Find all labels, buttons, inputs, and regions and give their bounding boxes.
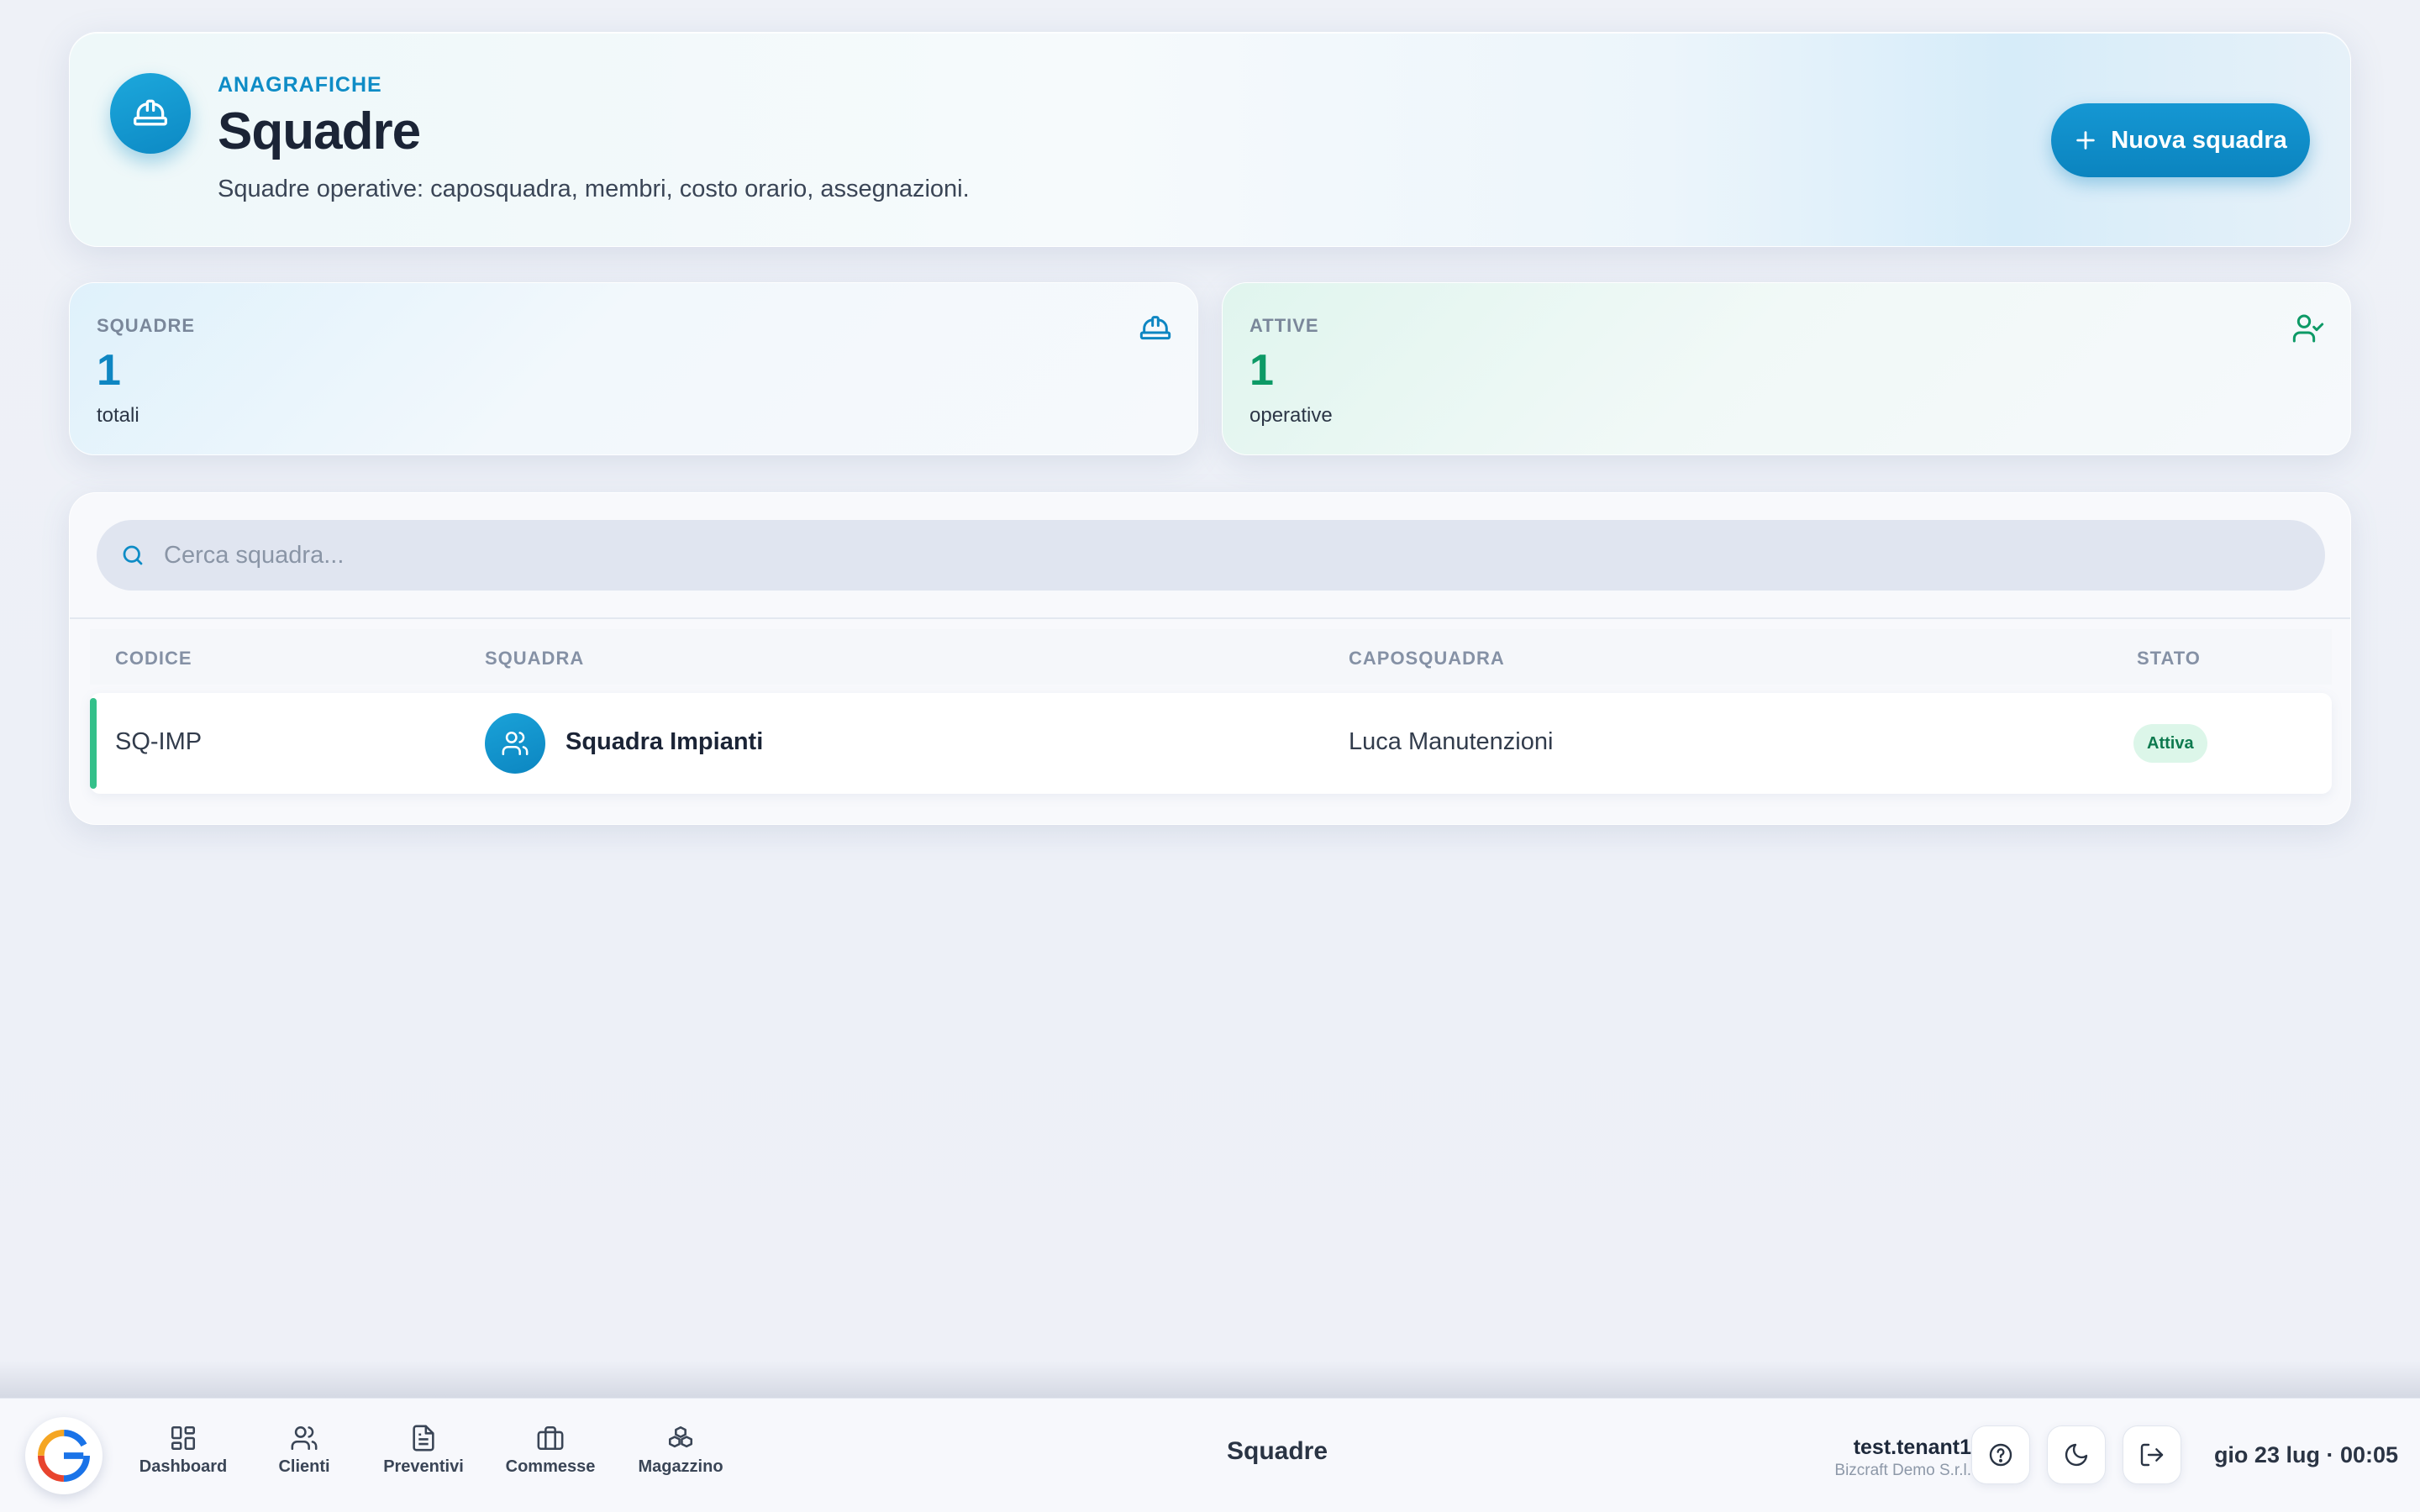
users-icon xyxy=(502,731,529,756)
hardhat-icon xyxy=(1139,312,1172,349)
nav-preventivi[interactable]: Preventivi xyxy=(365,1424,482,1494)
logout-button[interactable] xyxy=(2123,1425,2181,1484)
clock: gio 23 lug · 00:05 xyxy=(2213,1442,2398,1467)
theme-toggle-button[interactable] xyxy=(2047,1425,2106,1484)
stat-value: 1 xyxy=(97,346,121,395)
logout-icon xyxy=(2140,1443,2164,1467)
page-header: ANAGRAFICHE Squadre Squadre operative: c… xyxy=(69,32,2351,247)
stat-caption: totali xyxy=(97,404,139,427)
boxes-icon xyxy=(668,1425,693,1448)
table-header: CODICE SQUADRA CAPOSQUADRA STATO xyxy=(90,629,2332,685)
search-bar[interactable] xyxy=(97,520,2325,591)
dashboard-icon xyxy=(171,1425,196,1451)
nav-dashboard[interactable]: Dashboard xyxy=(124,1424,242,1494)
nav-label: Dashboard xyxy=(139,1457,228,1476)
team-code: SQ-IMP xyxy=(115,728,203,755)
nav-clienti[interactable]: Clienti xyxy=(245,1424,363,1494)
status-badge: Attiva xyxy=(2133,724,2207,763)
stat-value: 1 xyxy=(1249,346,1274,395)
team-leader: Luca Manutenzioni xyxy=(1349,728,1554,755)
stat-caption: operative xyxy=(1249,404,1333,427)
user-check-icon xyxy=(2291,312,2325,349)
search-input[interactable] xyxy=(164,541,2265,570)
page-title: Squadre xyxy=(218,102,421,160)
team-avatar xyxy=(485,713,545,774)
dock-page-title: Squadre xyxy=(1226,1437,1328,1465)
nav-commesse[interactable]: Commesse xyxy=(492,1424,609,1494)
row-status-accent xyxy=(90,698,97,789)
table-row[interactable]: SQ-IMP Squadra Impianti Luca Manutenzion… xyxy=(90,693,2332,794)
team-name: Squadra Impianti xyxy=(566,728,764,755)
column-header-status: STATO xyxy=(2137,648,2201,669)
help-button[interactable] xyxy=(1971,1425,2030,1484)
document-icon xyxy=(413,1425,434,1452)
nav-label: Commesse xyxy=(505,1457,596,1476)
help-icon xyxy=(1989,1443,2012,1467)
new-team-button[interactable]: Nuova squadra xyxy=(2051,103,2310,177)
column-header-leader: CAPOSQUADRA xyxy=(1349,648,1505,669)
company-name: Bizcraft Demo S.r.l. xyxy=(1834,1462,1971,1479)
logo-icon xyxy=(38,1430,90,1482)
user-info: test.tenant1 Bizcraft Demo S.r.l. xyxy=(1834,1436,1971,1480)
stat-card-active: ATTIVE 1 operative xyxy=(1222,282,2351,455)
nav-label: Clienti xyxy=(278,1457,330,1476)
plus-icon xyxy=(2076,131,2095,150)
teams-panel: CODICE SQUADRA CAPOSQUADRA STATO SQ-IMP … xyxy=(69,492,2351,825)
stat-card-teams: SQUADRE 1 totali xyxy=(69,282,1198,455)
nav-label: Magazzino xyxy=(638,1457,723,1476)
moon-icon xyxy=(2065,1443,2088,1467)
new-team-button-label: Nuova squadra xyxy=(2111,126,2287,154)
column-header-code: CODICE xyxy=(115,648,192,669)
hardhat-icon xyxy=(110,73,191,154)
bottom-dock: Dashboard Clienti Preventivi Commesse Ma… xyxy=(0,1398,2420,1512)
app-logo[interactable] xyxy=(25,1417,103,1494)
divider xyxy=(70,617,2350,619)
users-icon xyxy=(291,1425,318,1451)
page-subtitle: Squadre operative: caposquadra, membri, … xyxy=(218,176,970,202)
nav-label: Preventivi xyxy=(383,1457,464,1476)
nav-magazzino[interactable]: Magazzino xyxy=(622,1424,739,1494)
column-header-team: SQUADRA xyxy=(485,648,585,669)
section-eyebrow: ANAGRAFICHE xyxy=(218,73,382,97)
search-icon xyxy=(123,545,143,565)
stat-label: ATTIVE xyxy=(1249,315,1319,336)
briefcase-icon xyxy=(537,1425,564,1451)
user-name: test.tenant1 xyxy=(1853,1436,1971,1459)
stat-label: SQUADRE xyxy=(97,315,196,336)
dock-shadow xyxy=(0,1361,2420,1399)
